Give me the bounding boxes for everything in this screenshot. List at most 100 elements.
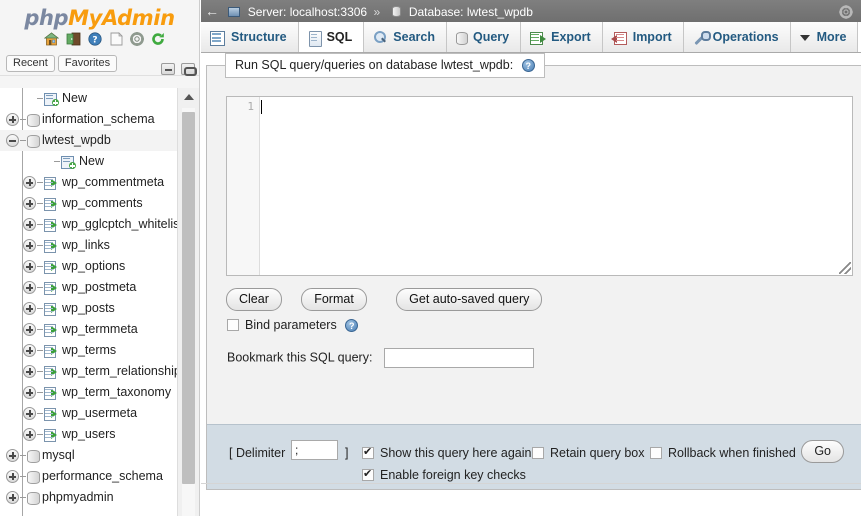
table-icon: [44, 302, 58, 317]
tree-node-new[interactable]: New: [0, 88, 177, 109]
scroll-up-arrow[interactable]: [183, 94, 194, 100]
clear-button[interactable]: Clear: [226, 288, 282, 311]
tree-node-label: wp_terms: [62, 343, 117, 358]
favorites-tab[interactable]: Favorites: [57, 55, 118, 72]
settings-gear-icon[interactable]: [839, 4, 853, 19]
expand-icon[interactable]: [23, 281, 36, 295]
back-arrow-icon[interactable]: ←: [201, 0, 223, 22]
expand-icon[interactable]: [23, 302, 36, 316]
tree-node-new[interactable]: New: [0, 151, 177, 172]
tree-node-phpmyadmin[interactable]: phpmyadmin: [0, 487, 177, 508]
expand-icon[interactable]: [23, 344, 36, 358]
tree-node-wp-gglcptch-whitelist[interactable]: wp_gglcptch_whitelist: [0, 214, 177, 235]
collapse-all-icon[interactable]: [160, 62, 175, 75]
database-icon: [27, 449, 40, 464]
bind-parameters-help-icon[interactable]: ?: [345, 319, 359, 333]
tree-node-wp-term-taxonomy[interactable]: wp_term_taxonomy: [0, 382, 177, 403]
docs-icon[interactable]: ?: [88, 32, 102, 51]
collapse-icon[interactable]: [6, 134, 19, 148]
reload-icon[interactable]: [151, 32, 165, 51]
sql-editor[interactable]: 1: [226, 96, 853, 276]
breadcrumb-database[interactable]: Database: lwtest_wpdb: [409, 5, 533, 19]
phpmyadmin-logo[interactable]: phpMyAdmin: [0, 0, 199, 32]
tree-node-wp-termmeta[interactable]: wp_termmeta: [0, 319, 177, 340]
tab-more[interactable]: More: [790, 22, 859, 52]
settings-icon[interactable]: [130, 32, 145, 51]
table-arrow-icon: [51, 431, 57, 440]
go-button[interactable]: Go: [801, 440, 844, 463]
logout-icon[interactable]: [66, 32, 81, 51]
rollback-label: Rollback when finished: [668, 446, 796, 460]
recent-tab[interactable]: Recent: [6, 55, 55, 72]
expand-icon[interactable]: [23, 218, 36, 232]
tree-node-wp-terms[interactable]: wp_terms: [0, 340, 177, 361]
tree-node-label: wp_options: [62, 259, 126, 274]
expand-icon[interactable]: [6, 491, 19, 505]
expand-icon[interactable]: [6, 113, 19, 127]
expand-icon[interactable]: [23, 323, 36, 337]
recent-favorites-row: Recent Favorites: [0, 52, 199, 76]
query-icon: [455, 31, 468, 46]
tree-node-label: wp_comments: [62, 196, 143, 211]
get-auto-saved-query-button[interactable]: Get auto-saved query: [396, 288, 543, 311]
tab-more-label: More: [816, 30, 847, 44]
bookmark-input[interactable]: [383, 348, 534, 368]
editor-resize-handle[interactable]: [839, 262, 851, 274]
tree-node-wp-postmeta[interactable]: wp_postmeta: [0, 277, 177, 298]
tree-node-label: lwtest_wpdb: [42, 133, 111, 148]
expand-icon[interactable]: [23, 428, 36, 442]
expand-icon[interactable]: [6, 449, 19, 463]
tab-export[interactable]: Export: [521, 22, 603, 52]
home-icon[interactable]: [43, 32, 59, 51]
tree-node-wp-commentmeta[interactable]: wp_commentmeta: [0, 172, 177, 193]
delimiter-input[interactable]: ;: [291, 440, 338, 460]
expand-icon[interactable]: [23, 176, 36, 190]
tab-sql[interactable]: SQL: [298, 22, 365, 52]
expand-icon[interactable]: [23, 197, 36, 211]
tab-import[interactable]: Import: [602, 22, 684, 52]
tree-connector: [20, 476, 26, 478]
editor-code-area[interactable]: [261, 100, 852, 275]
breadcrumb-server[interactable]: Server: localhost:3306: [248, 5, 367, 19]
tab-query[interactable]: Query: [446, 22, 522, 52]
scrollbar-thumb[interactable]: [182, 112, 195, 484]
tab-search[interactable]: Search: [364, 22, 447, 52]
sql-legend: Run SQL query/queries on database lwtest…: [225, 53, 545, 79]
rollback-checkbox[interactable]: [650, 447, 662, 459]
tree-node-mysql[interactable]: mysql: [0, 445, 177, 466]
retain-query-box-checkbox[interactable]: [532, 447, 544, 459]
tree-node-wp-posts[interactable]: wp_posts: [0, 298, 177, 319]
tree-node-wp-usermeta[interactable]: wp_usermeta: [0, 403, 177, 424]
tree-node-wp-links[interactable]: wp_links: [0, 235, 177, 256]
foreign-key-checks-checkbox[interactable]: [362, 467, 374, 481]
expand-icon[interactable]: [23, 239, 36, 253]
sql-legend-database: lwtest_wpdb: [440, 58, 510, 72]
database-icon: [392, 6, 402, 18]
expand-icon[interactable]: [6, 470, 19, 484]
tree-connector: [20, 140, 26, 142]
tab-structure[interactable]: Structure: [201, 22, 299, 52]
tree-node-information-schema[interactable]: information_schema: [0, 109, 177, 130]
expand-icon[interactable]: [23, 407, 36, 421]
tree-node-wp-options[interactable]: wp_options: [0, 256, 177, 277]
expand-icon[interactable]: [23, 365, 36, 379]
show-query-again-checkbox[interactable]: [362, 445, 374, 459]
sql-help-icon[interactable]: ?: [521, 59, 535, 73]
bind-parameters-checkbox[interactable]: [227, 319, 239, 331]
expand-icon[interactable]: [23, 260, 36, 274]
expand-icon[interactable]: [23, 386, 36, 400]
pma-docs-icon[interactable]: [110, 32, 123, 51]
database-icon: [27, 470, 40, 485]
format-button[interactable]: Format: [301, 288, 367, 311]
tree-node-lwtest-wpdb[interactable]: lwtest_wpdb: [0, 130, 177, 151]
tree-node-label: wp_links: [62, 238, 110, 253]
tree-node-performance-schema[interactable]: performance_schema: [0, 466, 177, 487]
nav-scrollbar[interactable]: [177, 88, 199, 516]
tree-connector: [54, 161, 60, 163]
tree-node-wp-term-relationships[interactable]: wp_term_relationships: [0, 361, 177, 382]
tree-node-wp-users[interactable]: wp_users: [0, 424, 177, 445]
tab-operations[interactable]: Operations: [683, 22, 791, 52]
tree-node-wp-comments[interactable]: wp_comments: [0, 193, 177, 214]
bookmark-label: Bookmark this SQL query:: [227, 350, 373, 365]
link-with-main-panel-icon[interactable]: [181, 62, 197, 76]
